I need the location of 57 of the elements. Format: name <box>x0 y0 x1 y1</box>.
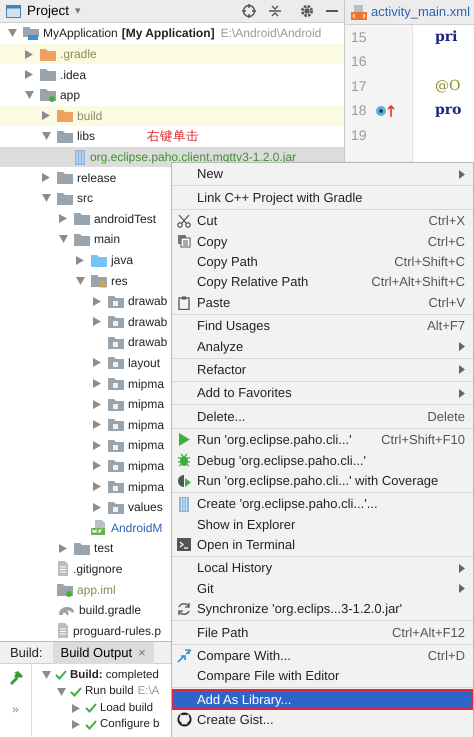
build-step-text: Run build <box>85 684 134 700</box>
tree-item-label: mipma <box>128 416 164 434</box>
tree-item-label: mipma <box>128 396 164 414</box>
tree-item-label: .gradle <box>60 46 97 64</box>
line-number: 19 <box>350 126 368 145</box>
tree-item-label: layout <box>128 354 160 372</box>
shortcut-text: Ctrl+Shift+C <box>394 253 465 271</box>
path-text: E:\Android\Android <box>220 25 322 42</box>
tree-item-label: drawab <box>128 334 168 352</box>
tree-item-label: .idea <box>60 66 86 84</box>
shortcut-text: Ctrl+Alt+F12 <box>392 624 465 642</box>
build-step-text: Build: completed <box>70 668 159 683</box>
annotation-text: 右键单击 <box>147 127 200 146</box>
tree-item-label: src <box>77 190 93 208</box>
tree-item-label: libs <box>77 128 96 146</box>
tree-item-label: mipma <box>128 458 164 475</box>
shortcut-text: Ctrl+X <box>428 212 465 230</box>
tree-item-label: androidTest <box>94 210 156 228</box>
shortcut-text: Ctrl+Shift+F10 <box>381 431 465 450</box>
tree-item-label: mipma <box>128 478 164 496</box>
tree-item-label: app.iml <box>77 582 116 599</box>
tree-item-label: app <box>60 87 80 104</box>
shortcut-text: Ctrl+V <box>428 294 465 312</box>
shortcut-text: Ctrl+Alt+Shift+C <box>371 273 465 292</box>
module-name: [My Application] <box>122 25 215 42</box>
tree-item-label: mipma <box>128 376 164 393</box>
tree-item-label: org.eclipse.paho.client.mqttv3-1.2.0.jar <box>90 149 296 166</box>
build-step-text: Load build <box>100 700 154 716</box>
tree-item-label: test <box>94 540 114 558</box>
line-number: 17 <box>350 76 368 96</box>
tree-item-label: main <box>94 231 120 248</box>
build-step-text: Configure b <box>100 717 160 732</box>
shortcut-text: Ctrl+C <box>428 232 465 251</box>
tree-item-label: build <box>77 108 102 125</box>
tree-item-label: values <box>128 499 163 516</box>
path-text: E:\A <box>138 684 160 700</box>
tree-item-label: MyApplication <box>43 25 118 42</box>
tree-item-label: res <box>111 272 128 290</box>
shortcut-text: Ctrl+D <box>428 647 465 666</box>
tree-item-label: mipma <box>128 437 164 454</box>
code-text: pro <box>434 101 462 120</box>
line-number: 15 <box>350 28 368 47</box>
tree-item-label: java <box>111 252 134 270</box>
tree-item-label: drawab <box>128 314 168 331</box>
tree-item-label: AndroidM <box>111 520 162 537</box>
shortcut-text: Alt+F7 <box>427 317 465 336</box>
tree-item-label: drawab <box>128 293 168 310</box>
tree-item-label: proguard-rules.p <box>73 622 162 640</box>
tree-item-label: .gitignore <box>73 560 122 578</box>
line-number: 16 <box>350 52 368 72</box>
code-text: pri <box>434 28 458 47</box>
tree-item-label: build.gradle <box>79 602 142 620</box>
tree-item-label: release <box>77 170 116 187</box>
panel-label: Build: <box>9 644 44 662</box>
line-number: 18 <box>350 101 368 120</box>
shortcut-text: Delete <box>427 408 465 426</box>
code-text: @O <box>434 76 460 96</box>
